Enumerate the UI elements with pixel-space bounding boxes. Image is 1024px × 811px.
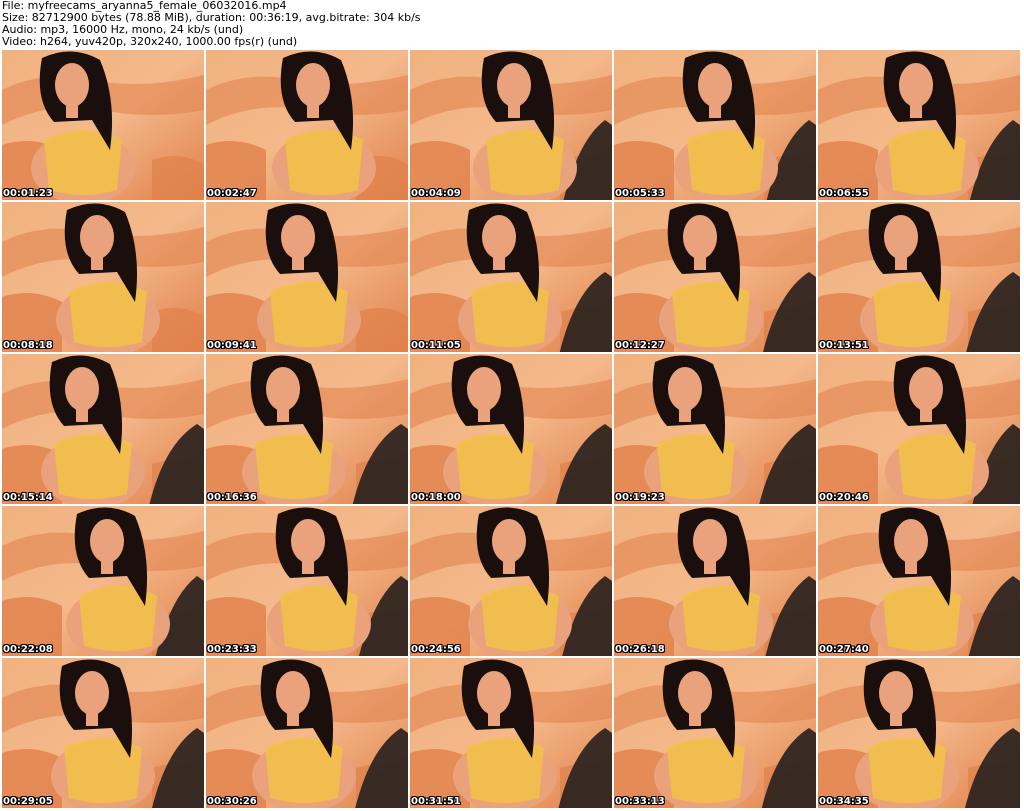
frame-timestamp: 00:26:18 [615, 644, 665, 655]
video-thumbnail: 00:29:05 [2, 658, 204, 808]
frame-image [818, 506, 1020, 656]
thumbnail-grid: 00:01:23 00:02:47 00:04:09 00:05:33 00:06:55… [2, 50, 1022, 809]
video-thumbnail: 00:08:18 [2, 202, 204, 352]
frame-timestamp: 00:19:23 [615, 492, 665, 503]
frame-timestamp: 00:08:18 [3, 340, 53, 351]
frame-timestamp: 00:30:26 [207, 796, 257, 807]
video-thumbnail: 00:15:14 [2, 354, 204, 504]
frame-image [818, 50, 1020, 200]
video-thumbnail: 00:06:55 [818, 50, 1020, 200]
video-thumbnail: 00:26:18 [614, 506, 816, 656]
video-thumbnail: 00:04:09 [410, 50, 612, 200]
frame-timestamp: 00:31:51 [411, 796, 461, 807]
frame-image [410, 506, 612, 656]
video-thumbnail: 00:33:13 [614, 658, 816, 808]
frame-timestamp: 00:06:55 [819, 188, 869, 199]
frame-timestamp: 00:05:33 [615, 188, 665, 199]
frame-timestamp: 00:29:05 [3, 796, 53, 807]
frame-image [818, 354, 1020, 504]
frame-image [410, 658, 612, 808]
video-info-line: Video: h264, yuv420p, 320x240, 1000.00 f… [2, 35, 298, 48]
video-thumbnail: 00:09:41 [206, 202, 408, 352]
frame-image [2, 202, 204, 352]
frame-image [410, 202, 612, 352]
frame-timestamp: 00:33:13 [615, 796, 665, 807]
frame-timestamp: 00:18:00 [411, 492, 461, 503]
frame-image [410, 354, 612, 504]
frame-image [614, 202, 816, 352]
video-thumbnail: 00:12:27 [614, 202, 816, 352]
frame-timestamp: 00:23:33 [207, 644, 257, 655]
frame-timestamp: 00:27:40 [819, 644, 869, 655]
frame-image [206, 202, 408, 352]
frame-image [2, 354, 204, 504]
video-thumbnail: 00:13:51 [818, 202, 1020, 352]
video-thumbnail: 00:24:56 [410, 506, 612, 656]
video-thumbnail: 00:11:05 [410, 202, 612, 352]
frame-image [614, 50, 816, 200]
frame-timestamp: 00:01:23 [3, 188, 53, 199]
video-thumbnail: 00:16:36 [206, 354, 408, 504]
frame-timestamp: 00:16:36 [207, 492, 257, 503]
frame-image [614, 354, 816, 504]
frame-timestamp: 00:11:05 [411, 340, 461, 351]
frame-timestamp: 00:34:35 [819, 796, 869, 807]
frame-image [614, 658, 816, 808]
video-thumbnail: 00:22:08 [2, 506, 204, 656]
frame-image [206, 50, 408, 200]
frame-timestamp: 00:02:47 [207, 188, 257, 199]
frame-timestamp: 00:09:41 [207, 340, 257, 351]
frame-timestamp: 00:04:09 [411, 188, 461, 199]
video-thumbnail: 00:18:00 [410, 354, 612, 504]
video-thumbnail: 00:27:40 [818, 506, 1020, 656]
frame-image [206, 658, 408, 808]
video-thumbnail: 00:23:33 [206, 506, 408, 656]
frame-image [614, 506, 816, 656]
frame-image [818, 202, 1020, 352]
frame-image [2, 50, 204, 200]
frame-image [2, 506, 204, 656]
frame-timestamp: 00:15:14 [3, 492, 53, 503]
frame-timestamp: 00:22:08 [3, 644, 53, 655]
video-thumbnail: 00:05:33 [614, 50, 816, 200]
video-thumbnail: 00:30:26 [206, 658, 408, 808]
video-thumbnail: 00:01:23 [2, 50, 204, 200]
frame-image [206, 506, 408, 656]
frame-image [206, 354, 408, 504]
frame-image [410, 50, 612, 200]
video-thumbnail: 00:34:35 [818, 658, 1020, 808]
video-thumbnail: 00:20:46 [818, 354, 1020, 504]
file-info-header: File: myfreecams_aryanna5_female_0603201… [2, 0, 1022, 48]
frame-timestamp: 00:12:27 [615, 340, 665, 351]
frame-timestamp: 00:24:56 [411, 644, 461, 655]
frame-timestamp: 00:13:51 [819, 340, 869, 351]
video-thumbnail: 00:19:23 [614, 354, 816, 504]
frame-image [2, 658, 204, 808]
video-thumbnail: 00:02:47 [206, 50, 408, 200]
frame-timestamp: 00:20:46 [819, 492, 869, 503]
frame-image [818, 658, 1020, 808]
video-thumbnail: 00:31:51 [410, 658, 612, 808]
